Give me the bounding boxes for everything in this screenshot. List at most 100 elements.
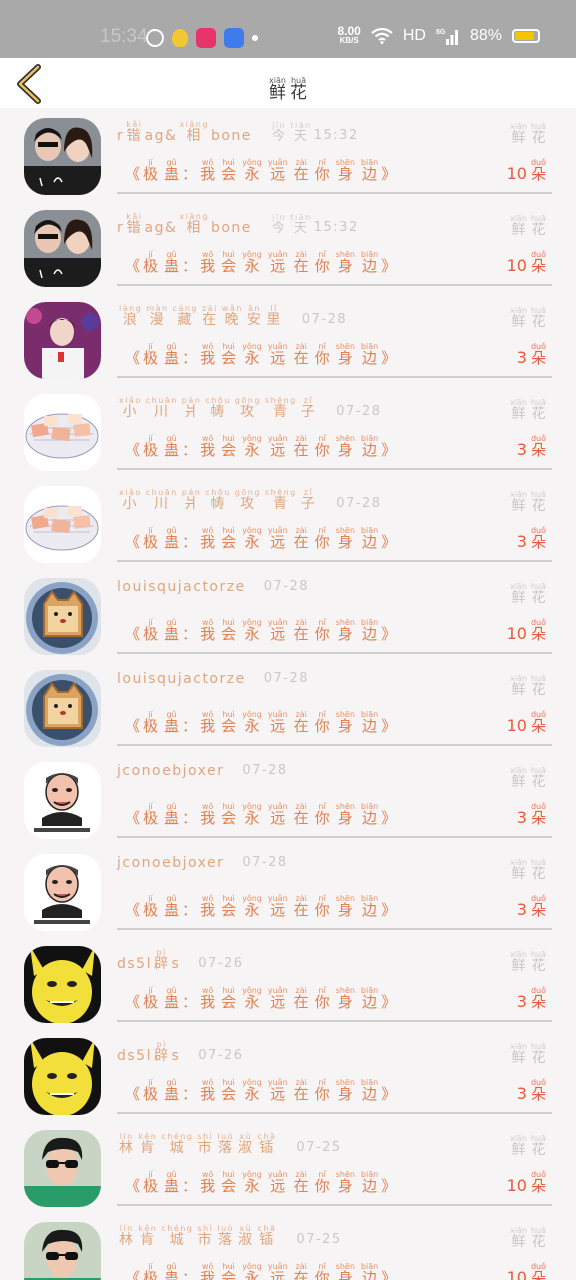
hanzi: 蛊 — [164, 993, 180, 1011]
hanzi: 朵 — [530, 717, 546, 735]
user-avatar[interactable] — [24, 210, 101, 287]
hanzi: 远 — [270, 1269, 286, 1280]
pinyin: duǒ — [530, 526, 546, 535]
text-segment: 07-25 — [296, 1140, 342, 1155]
text-segment: ： — [182, 809, 198, 827]
user-avatar[interactable] — [24, 486, 101, 563]
pinyin-char: yuǎn 远 — [268, 1078, 288, 1102]
count-number: 3 — [516, 900, 527, 919]
pinyin-char: shēn 身 — [336, 434, 355, 458]
pinyin-char: nǐ 你 — [315, 894, 330, 918]
pinyin-char: huì 会 — [221, 526, 236, 550]
page-title: xiān 鲜 huā 花 — [0, 76, 576, 102]
list-item[interactable]: jconoebjoxer 07-28 xiān 鲜 huā 花《 jí 极 gǔ 蛊： wǒ 我 huì… — [0, 752, 576, 844]
user-avatar[interactable] — [24, 854, 101, 931]
video-app-icon — [196, 28, 216, 48]
hanzi: 边 — [362, 257, 378, 275]
system-icons: 8.00 KB/S HD 5G 88% — [338, 25, 540, 46]
hanzi: 永 — [244, 717, 260, 735]
pinyin: xiān — [510, 490, 527, 499]
pinyin-char: biān 边 — [361, 894, 378, 918]
pinyin: zài — [295, 158, 307, 167]
pinyin: xiǎo — [119, 488, 142, 497]
pinyin-char: yuǎn 远 — [268, 802, 288, 826]
list-item[interactable]: r kǎi 锴 ag& xiāng 相 bone jīn 今 tiān 天 15:32 xiān 鲜 hu… — [0, 200, 576, 292]
list-item[interactable]: louisqujactorze 07-28 xiān 鲜 huā 花《 jí 极 gǔ 蛊： wǒ 我… — [0, 568, 576, 660]
hanzi: 朵 — [530, 1085, 546, 1103]
pinyin-char: xiāng 相 — [179, 212, 209, 235]
pinyin: shēn — [335, 802, 355, 811]
user-avatar[interactable] — [24, 578, 101, 655]
user-avatar[interactable] — [24, 302, 101, 379]
pinyin-char: yuǎn 远 — [268, 526, 288, 550]
pinyin: wǒ — [201, 1078, 214, 1087]
pinyin: zài — [202, 304, 218, 313]
pinyin: gǔ — [166, 158, 177, 167]
count-number: 3 — [516, 532, 527, 551]
flower-count: 10 duǒ 朵 — [507, 250, 548, 274]
pinyin: kǎi — [126, 120, 143, 129]
user-avatar[interactable] — [24, 946, 101, 1023]
user-avatar[interactable] — [24, 118, 101, 195]
hanzi: 花 — [531, 498, 546, 514]
user-avatar[interactable] — [24, 670, 101, 747]
gift-message: 《 jí 极 gǔ 蛊： wǒ 我 huì 会 yǒng 永 yuǎn 远 zài 在 nǐ 你 shēn 身 biā… — [125, 434, 396, 458]
hanzi: 花 — [531, 314, 546, 330]
text-segment: bone — [210, 128, 252, 144]
pinyin: jí — [148, 342, 153, 351]
hanzi: 会 — [221, 993, 237, 1011]
pinyin: yǒng — [242, 802, 262, 811]
list-item[interactable]: xiǎo 小 chuān 川 pán 爿 chōu 帱 gōng 攻 shēng 青 zǐ 子 07-28 x… — [0, 476, 576, 568]
pinyin-char: yuǎn 远 — [268, 1262, 288, 1280]
list-item[interactable]: ds5l pì 辟 s 07-26 xiān 鲜 huā 花《 jí 极 gǔ 蛊： wǒ 我 huì 会 yǒn… — [0, 1028, 576, 1120]
row-divider — [117, 192, 552, 194]
list-item[interactable]: lín 林 kěn 肯 chéng 城 shì 市 luò 落 xù 淑 chā 锸 07-25 xiān 鲜 h… — [0, 1120, 576, 1212]
list-item[interactable]: lín 林 kěn 肯 chéng 城 shì 市 luò 落 xù 淑 chā 锸 07-25 xiān 鲜 h… — [0, 1212, 576, 1280]
user-avatar[interactable] — [24, 762, 101, 839]
hanzi: 天 — [293, 129, 309, 144]
text-segment: ： — [182, 993, 198, 1011]
pinyin-char: kěn 肯 — [139, 1132, 158, 1155]
user-avatar[interactable] — [24, 1130, 101, 1207]
list-item[interactable]: xiǎo 小 chuān 川 pán 爿 chōu 帱 gōng 攻 shēng 青 zǐ 子 07-28 x… — [0, 384, 576, 476]
hanzi: 肯 — [140, 1140, 156, 1156]
hanzi: 永 — [244, 993, 260, 1011]
user-avatar[interactable] — [24, 1222, 101, 1280]
pinyin: xiān — [510, 1134, 527, 1143]
hanzi: 朵 — [530, 1269, 546, 1280]
pinyin: zǐ — [303, 396, 314, 405]
pinyin-char: chuān 川 — [146, 396, 178, 419]
hanzi: 远 — [270, 349, 286, 367]
pinyin-char: nǐ 你 — [315, 1170, 330, 1194]
gift-time: 07-25 — [296, 1141, 341, 1155]
hanzi: 我 — [200, 901, 216, 919]
list-item[interactable]: r kǎi 锴 ag& xiāng 相 bone jīn 今 tiān 天 15:32 xiān 鲜 hu… — [0, 108, 576, 200]
hanzi: 鲜 — [511, 406, 526, 422]
pinyin-char: wǒ 我 — [200, 894, 215, 918]
hanzi: 晚 — [224, 312, 241, 328]
globe-icon — [146, 29, 164, 47]
pinyin-char: xiān 鲜 — [510, 1226, 527, 1249]
user-avatar[interactable] — [24, 394, 101, 471]
pinyin-char: lǐ 里 — [266, 304, 282, 327]
list-item[interactable]: jconoebjoxer 07-28 xiān 鲜 huā 花《 jí 极 gǔ 蛊： wǒ 我 huì… — [0, 844, 576, 936]
list-item[interactable]: ds5l pì 辟 s 07-26 xiān 鲜 huā 花《 jí 极 gǔ 蛊： wǒ 我 huì 会 yǒn… — [0, 936, 576, 1028]
hanzi: 边 — [362, 533, 378, 551]
hanzi: 朵 — [530, 809, 546, 827]
pinyin: nǐ — [318, 710, 326, 719]
pinyin: gōng — [234, 396, 261, 405]
hanzi: 永 — [244, 1269, 260, 1280]
user-avatar[interactable] — [24, 1038, 101, 1115]
row-divider — [117, 928, 552, 930]
pinyin-char: jí 极 — [143, 986, 158, 1010]
list-item[interactable]: làng 浪 màn 漫 cáng 藏 zài 在 wǎn 晚 ān 安 lǐ 里 07-28 xiān 鲜 hu… — [0, 292, 576, 384]
hanzi: 身 — [337, 993, 353, 1011]
text-segment: ： — [182, 533, 198, 551]
hanzi: 朵 — [530, 441, 546, 459]
list-item[interactable]: louisqujactorze 07-28 xiān 鲜 huā 花《 jí 极 gǔ 蛊： wǒ 我… — [0, 660, 576, 752]
text-segment: 07-28 — [263, 579, 309, 594]
text-segment: r — [117, 128, 125, 144]
hanzi: 你 — [314, 625, 330, 643]
pinyin: xiān — [510, 1226, 527, 1235]
hanzi: 我 — [200, 533, 216, 551]
